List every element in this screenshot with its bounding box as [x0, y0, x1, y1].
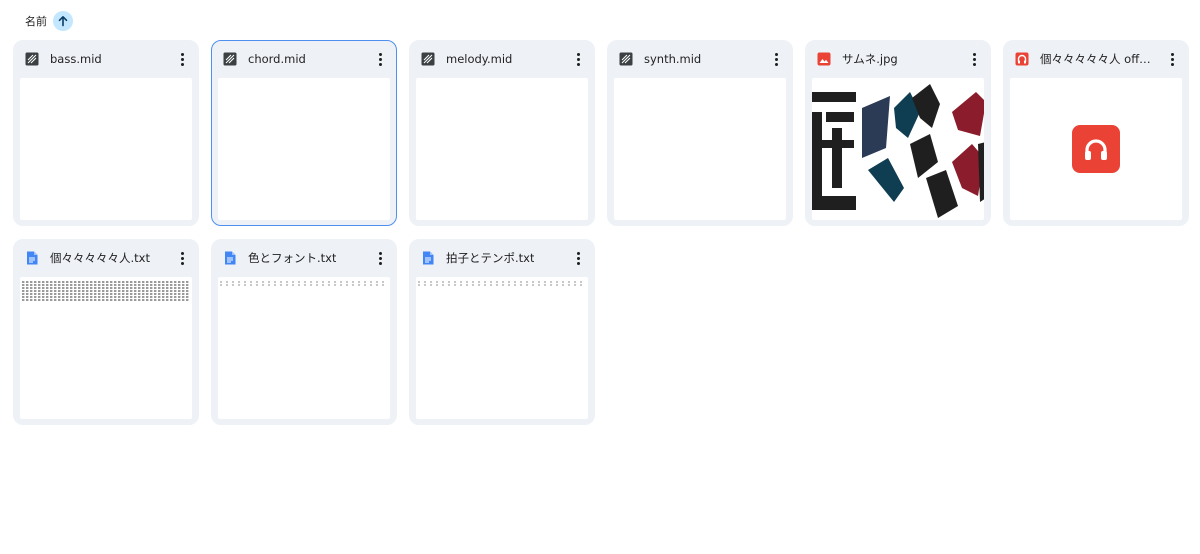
midi-file-icon — [618, 51, 634, 67]
file-card-header: 個々々々々々人 off… — [1004, 41, 1188, 77]
sort-ascending-arrow-icon[interactable] — [53, 11, 73, 31]
sort-control[interactable]: 名前 — [25, 11, 73, 31]
file-name: bass.mid — [50, 52, 102, 66]
more-actions-icon[interactable] — [370, 248, 390, 268]
more-actions-icon[interactable] — [568, 49, 588, 69]
file-name: synth.mid — [644, 52, 702, 66]
file-name: 個々々々々々人 off… — [1040, 52, 1151, 66]
file-thumbnail — [416, 78, 588, 220]
image-file-icon — [816, 51, 832, 67]
file-card-selected[interactable]: chord.mid — [211, 40, 397, 226]
text-document-icon — [420, 250, 436, 266]
text-preview-lines — [22, 281, 190, 302]
file-card-header: melody.mid — [410, 41, 594, 77]
text-preview-lines — [220, 281, 388, 287]
file-thumbnail — [1010, 78, 1182, 220]
file-thumbnail — [20, 78, 192, 220]
file-card-header: chord.mid — [212, 41, 396, 77]
more-actions-icon[interactable] — [568, 248, 588, 268]
more-actions-icon[interactable] — [370, 49, 390, 69]
audio-file-icon — [1014, 51, 1030, 67]
file-card-header: 色とフォント.txt — [212, 240, 396, 276]
file-thumbnail — [614, 78, 786, 220]
file-name: melody.mid — [446, 52, 513, 66]
file-name: 拍子とテンポ.txt — [446, 251, 535, 265]
text-document-icon — [24, 250, 40, 266]
more-actions-icon[interactable] — [766, 49, 786, 69]
text-preview-lines — [418, 281, 586, 287]
file-grid: bass.mid chord.mid melody.mid synth.mid … — [13, 40, 1189, 425]
file-card-header: 個々々々々々人.txt — [14, 240, 198, 276]
file-card[interactable]: melody.mid — [409, 40, 595, 226]
file-thumbnail — [218, 78, 390, 220]
headphones-icon — [1072, 125, 1120, 173]
midi-file-icon — [420, 51, 436, 67]
text-preview-thumbnail — [218, 277, 390, 419]
more-actions-icon[interactable] — [172, 248, 192, 268]
file-card-header: bass.mid — [14, 41, 198, 77]
thumbnail-artwork — [812, 84, 984, 218]
midi-file-icon — [222, 51, 238, 67]
file-card-header: 拍子とテンポ.txt — [410, 240, 594, 276]
text-preview-thumbnail — [416, 277, 588, 419]
file-card-header: サムネ.jpg — [806, 41, 990, 77]
file-card-header: synth.mid — [608, 41, 792, 77]
file-card[interactable]: サムネ.jpg — [805, 40, 991, 226]
text-preview-thumbnail — [20, 277, 192, 419]
sort-label: 名前 — [25, 15, 47, 28]
file-card[interactable]: bass.mid — [13, 40, 199, 226]
file-name: 個々々々々々人.txt — [50, 251, 150, 265]
text-document-icon — [222, 250, 238, 266]
midi-file-icon — [24, 51, 40, 67]
file-name: 色とフォント.txt — [248, 251, 337, 265]
more-actions-icon[interactable] — [964, 49, 984, 69]
file-card[interactable]: synth.mid — [607, 40, 793, 226]
file-name: chord.mid — [248, 52, 306, 66]
file-card[interactable]: 個々々々々々人.txt — [13, 239, 199, 425]
file-name: サムネ.jpg — [842, 52, 898, 66]
more-actions-icon[interactable] — [1162, 49, 1182, 69]
more-actions-icon[interactable] — [172, 49, 192, 69]
file-card[interactable]: 個々々々々々人 off… — [1003, 40, 1189, 226]
file-card[interactable]: 色とフォント.txt — [211, 239, 397, 425]
image-thumbnail — [812, 78, 984, 220]
file-card[interactable]: 拍子とテンポ.txt — [409, 239, 595, 425]
